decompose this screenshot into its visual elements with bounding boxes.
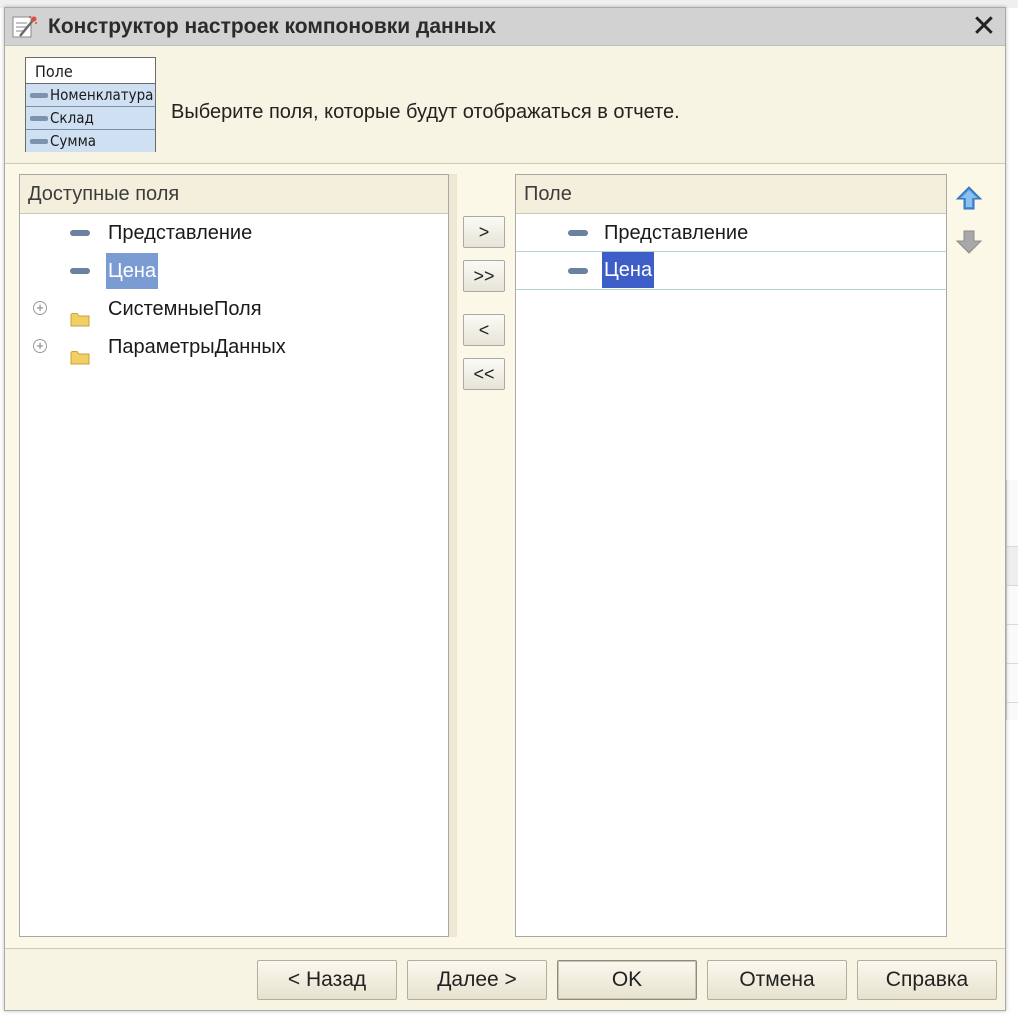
- background-cell: [1007, 480, 1018, 547]
- background-cell: [1007, 547, 1018, 586]
- field-icon: [568, 226, 588, 236]
- composition-settings-dialog: Конструктор настроек компоновки данных ✕…: [4, 7, 1006, 1011]
- illustration-row-label: Сумма: [50, 132, 97, 150]
- tree-item-label: Цена: [106, 253, 159, 289]
- selected-fields-panel[interactable]: Поле Представление Цена: [515, 174, 947, 937]
- background-cell: [1007, 625, 1018, 664]
- expand-icon[interactable]: +: [33, 339, 47, 353]
- available-fields-panel[interactable]: Доступные поля Представление Цена + Сист…: [19, 174, 449, 937]
- move-up-button[interactable]: [955, 184, 983, 214]
- remove-all-fields-button[interactable]: <<: [463, 358, 505, 390]
- selected-row-cena[interactable]: Цена: [516, 252, 946, 290]
- close-button[interactable]: ✕: [969, 12, 999, 42]
- dialog-title: Конструктор настроек компоновки данных: [48, 15, 497, 38]
- tree-item-label: Представление: [108, 222, 253, 244]
- illustration-row: Номенклатура: [26, 84, 155, 107]
- folder-icon: [70, 340, 90, 378]
- field-icon: [70, 226, 90, 236]
- title-bar: Конструктор настроек компоновки данных ✕: [5, 8, 1005, 46]
- tree-item-predstavlenie[interactable]: Представление: [20, 214, 448, 252]
- wizard-icon: [12, 16, 37, 38]
- selected-row-label: Представление: [604, 222, 749, 244]
- help-button[interactable]: Справка: [857, 960, 997, 1000]
- illustration-row-label: Номенклатура: [50, 86, 154, 104]
- arrow-down-icon: [955, 230, 983, 254]
- background-cell: [1007, 586, 1018, 625]
- selected-row-label: Цена: [602, 252, 655, 288]
- add-field-button[interactable]: >: [463, 216, 505, 248]
- remove-field-button[interactable]: <: [463, 314, 505, 346]
- available-fields-header: Доступные поля: [20, 175, 448, 214]
- arrow-up-icon: [955, 186, 983, 210]
- dialog-footer: < Назад Далее > OK Отмена Справка: [5, 948, 1005, 1010]
- expand-icon[interactable]: +: [33, 301, 47, 315]
- field-icon: [30, 139, 48, 144]
- close-icon: ✕: [971, 10, 997, 43]
- field-icon: [568, 264, 588, 274]
- splitter: [449, 174, 457, 937]
- field-icon: [70, 264, 90, 274]
- add-all-fields-button[interactable]: >>: [463, 260, 505, 292]
- field-icon: [30, 93, 48, 98]
- instruction-text: Выберите поля, которые будут отображатьс…: [171, 101, 680, 123]
- selected-fields-header: Поле: [516, 175, 946, 214]
- tree-item-label: ПараметрыДанных: [108, 336, 286, 358]
- illustration-row: Склад: [26, 107, 155, 130]
- move-down-button[interactable]: [955, 228, 983, 258]
- illustration-header: Поле: [26, 58, 155, 84]
- tree-item-label: СистемныеПоля: [108, 298, 262, 320]
- selected-row-predstavlenie[interactable]: Представление: [516, 214, 946, 252]
- tree-item-sistemnye-polya[interactable]: + СистемныеПоля: [20, 290, 448, 328]
- cancel-button[interactable]: Отмена: [707, 960, 847, 1000]
- back-button[interactable]: < Назад: [257, 960, 397, 1000]
- background-table-fragment: [1006, 480, 1018, 720]
- illustration-row: Сумма: [26, 130, 155, 152]
- ok-button[interactable]: OK: [557, 960, 697, 1000]
- background-cell: [1007, 664, 1018, 703]
- wizard-header: Поле Номенклатура Склад Сумма Выберите п…: [5, 46, 1005, 164]
- field-icon: [30, 116, 48, 121]
- next-button[interactable]: Далее >: [407, 960, 547, 1000]
- illustration-row-label: Склад: [50, 109, 94, 127]
- tree-item-cena[interactable]: Цена: [20, 252, 448, 290]
- fields-illustration: Поле Номенклатура Склад Сумма: [25, 57, 156, 152]
- tree-item-parametry-dannyh[interactable]: + ПараметрыДанных: [20, 328, 448, 366]
